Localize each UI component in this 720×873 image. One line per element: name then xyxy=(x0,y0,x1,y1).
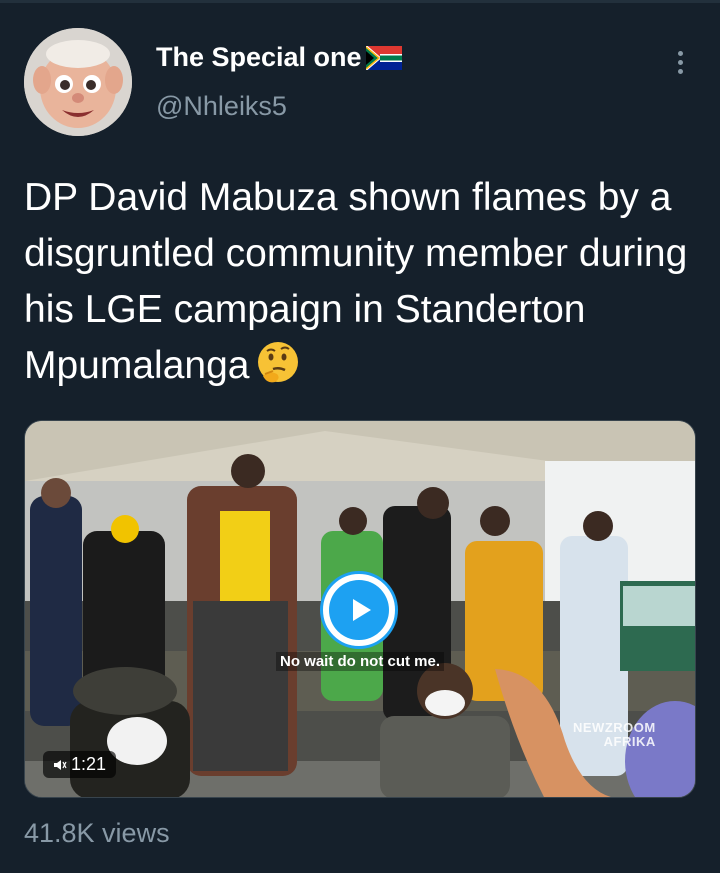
watermark-line1: NEWZROOM xyxy=(573,720,656,735)
more-dot xyxy=(677,50,683,56)
video-duration-badge: 1:21 xyxy=(43,751,117,778)
user-handle[interactable]: @Nhleiks5 xyxy=(156,91,287,122)
display-name[interactable]: The Special one xyxy=(156,42,402,73)
video-caption: No wait do not cut me. xyxy=(25,652,695,671)
display-name-text: The Special one xyxy=(156,42,362,72)
top-divider xyxy=(0,0,720,3)
watermark-line2: AFRIKA xyxy=(603,734,656,749)
volume-muted-icon xyxy=(54,759,67,770)
more-options-icon[interactable] xyxy=(670,44,690,80)
view-count: 41.8K views xyxy=(24,818,170,848)
more-dot xyxy=(677,59,683,65)
play-icon xyxy=(329,580,389,640)
video-player[interactable]: No wait do not cut me. NEWZROOM AFRIKA 1… xyxy=(24,420,696,798)
thinking-face-emoji xyxy=(255,340,301,386)
play-button[interactable] xyxy=(320,571,398,649)
south-africa-flag-icon xyxy=(364,44,402,71)
video-duration: 1:21 xyxy=(71,754,107,774)
channel-watermark: NEWZROOM AFRIKA xyxy=(573,721,656,749)
video-caption-text: No wait do not cut me. xyxy=(276,652,444,671)
tweet-body: DP David Mabuza shown flames by a disgru… xyxy=(24,176,688,387)
avatar[interactable] xyxy=(24,28,132,136)
more-dot xyxy=(677,68,683,74)
tweet-text: DP David Mabuza shown flames by a disgru… xyxy=(24,170,704,394)
